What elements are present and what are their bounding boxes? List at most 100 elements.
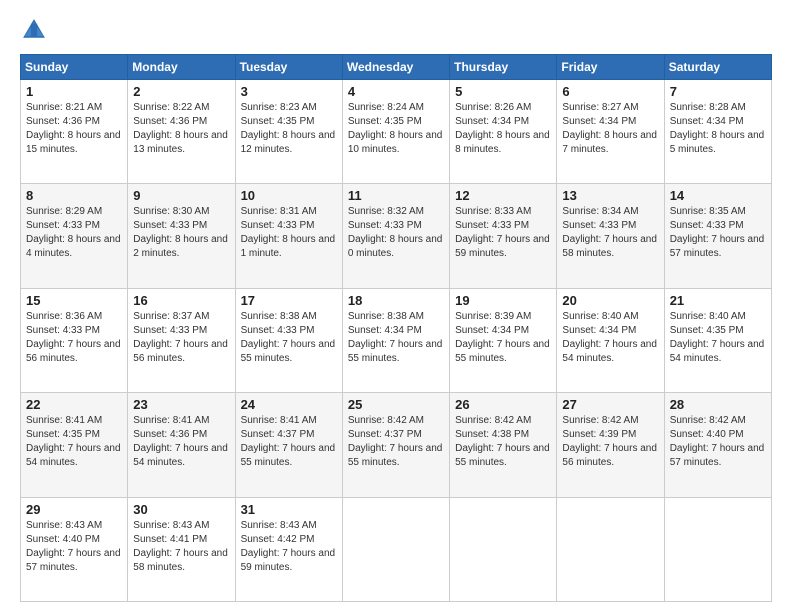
day-number: 13 [562, 188, 658, 203]
calendar-day-2: 2 Sunrise: 8:22 AMSunset: 4:36 PMDaylight… [128, 80, 235, 184]
day-info: Sunrise: 8:35 AMSunset: 4:33 PMDaylight:… [670, 205, 766, 261]
day-number: 16 [133, 293, 229, 308]
calendar-day-25: 25 Sunrise: 8:42 AMSunset: 4:37 PMDayligh… [342, 393, 449, 497]
day-info: Sunrise: 8:29 AMSunset: 4:33 PMDaylight:… [26, 205, 122, 261]
calendar-day-14: 14 Sunrise: 8:35 AMSunset: 4:33 PMDayligh… [664, 184, 771, 288]
day-info: Sunrise: 8:24 AMSunset: 4:35 PMDaylight:… [348, 101, 444, 157]
day-number: 20 [562, 293, 658, 308]
day-number: 5 [455, 84, 551, 99]
header [20, 16, 772, 44]
day-header-sunday: Sunday [21, 55, 128, 80]
day-number: 26 [455, 397, 551, 412]
calendar-day-24: 24 Sunrise: 8:41 AMSunset: 4:37 PMDayligh… [235, 393, 342, 497]
day-number: 21 [670, 293, 766, 308]
day-number: 18 [348, 293, 444, 308]
day-number: 8 [26, 188, 122, 203]
calendar-day-9: 9Sunrise: 8:30 AMSunset: 4:33 PMDaylight… [128, 184, 235, 288]
day-info: Sunrise: 8:42 AMSunset: 4:38 PMDaylight:… [455, 414, 551, 470]
calendar-week-4: 22 Sunrise: 8:41 AMSunset: 4:35 PMDayligh… [21, 393, 772, 497]
day-number: 30 [133, 502, 229, 517]
day-header-thursday: Thursday [450, 55, 557, 80]
day-number: 6 [562, 84, 658, 99]
day-number: 27 [562, 397, 658, 412]
day-number: 14 [670, 188, 766, 203]
day-info: Sunrise: 8:43 AMSunset: 4:42 PMDaylight:… [241, 519, 337, 575]
day-number: 11 [348, 188, 444, 203]
calendar-week-2: 8 Sunrise: 8:29 AMSunset: 4:33 PMDaylight… [21, 184, 772, 288]
day-number: 24 [241, 397, 337, 412]
day-info: Sunrise: 8:37 AMSunset: 4:33 PMDaylight:… [133, 310, 229, 366]
day-number: 2 [133, 84, 229, 99]
day-info: Sunrise: 8:42 AMSunset: 4:40 PMDaylight:… [670, 414, 766, 470]
day-info: Sunrise: 8:41 AMSunset: 4:35 PMDaylight:… [26, 414, 122, 470]
day-info: Sunrise: 8:43 AMSunset: 4:40 PMDaylight:… [26, 519, 122, 575]
day-number: 17 [241, 293, 337, 308]
empty-cell [450, 497, 557, 601]
day-info: Sunrise: 8:42 AMSunset: 4:39 PMDaylight:… [562, 414, 658, 470]
day-number: 23 [133, 397, 229, 412]
calendar-week-3: 15Sunrise: 8:36 AMSunset: 4:33 PMDayligh… [21, 288, 772, 392]
day-info: Sunrise: 8:39 AMSunset: 4:34 PMDaylight:… [455, 310, 551, 366]
day-number: 3 [241, 84, 337, 99]
day-header-tuesday: Tuesday [235, 55, 342, 80]
day-info: Sunrise: 8:43 AMSunset: 4:41 PMDaylight:… [133, 519, 229, 575]
day-number: 22 [26, 397, 122, 412]
empty-cell [342, 497, 449, 601]
day-info: Sunrise: 8:41 AMSunset: 4:37 PMDaylight:… [241, 414, 337, 470]
day-number: 25 [348, 397, 444, 412]
calendar-week-5: 29Sunrise: 8:43 AMSunset: 4:40 PMDayligh… [21, 497, 772, 601]
calendar-day-28: 28 Sunrise: 8:42 AMSunset: 4:40 PMDayligh… [664, 393, 771, 497]
calendar-week-1: 1Sunrise: 8:21 AMSunset: 4:36 PMDaylight… [21, 80, 772, 184]
calendar-day-10: 10 Sunrise: 8:31 AMSunset: 4:33 PMDayligh… [235, 184, 342, 288]
calendar-day-18: 18 Sunrise: 8:38 AMSunset: 4:34 PMDayligh… [342, 288, 449, 392]
day-info: Sunrise: 8:31 AMSunset: 4:33 PMDaylight:… [241, 205, 337, 261]
day-number: 4 [348, 84, 444, 99]
day-number: 12 [455, 188, 551, 203]
day-info: Sunrise: 8:40 AMSunset: 4:34 PMDaylight:… [562, 310, 658, 366]
day-info: Sunrise: 8:33 AMSunset: 4:33 PMDaylight:… [455, 205, 551, 261]
calendar-day-12: 12 Sunrise: 8:33 AMSunset: 4:33 PMDayligh… [450, 184, 557, 288]
day-number: 15 [26, 293, 122, 308]
calendar-day-11: 11 Sunrise: 8:32 AMSunset: 4:33 PMDayligh… [342, 184, 449, 288]
day-number: 1 [26, 84, 122, 99]
day-number: 7 [670, 84, 766, 99]
day-header-saturday: Saturday [664, 55, 771, 80]
day-info: Sunrise: 8:34 AMSunset: 4:33 PMDaylight:… [562, 205, 658, 261]
calendar-day-3: 3 Sunrise: 8:23 AMSunset: 4:35 PMDaylight… [235, 80, 342, 184]
day-info: Sunrise: 8:41 AMSunset: 4:36 PMDaylight:… [133, 414, 229, 470]
calendar-day-13: 13 Sunrise: 8:34 AMSunset: 4:33 PMDayligh… [557, 184, 664, 288]
calendar-day-30: 30 Sunrise: 8:43 AMSunset: 4:41 PMDayligh… [128, 497, 235, 601]
calendar-day-16: 16 Sunrise: 8:37 AMSunset: 4:33 PMDayligh… [128, 288, 235, 392]
calendar-day-7: 7Sunrise: 8:28 AMSunset: 4:34 PMDaylight… [664, 80, 771, 184]
day-info: Sunrise: 8:27 AMSunset: 4:34 PMDaylight:… [562, 101, 658, 157]
day-info: Sunrise: 8:38 AMSunset: 4:33 PMDaylight:… [241, 310, 337, 366]
calendar-day-8: 8 Sunrise: 8:29 AMSunset: 4:33 PMDaylight… [21, 184, 128, 288]
calendar-day-15: 15Sunrise: 8:36 AMSunset: 4:33 PMDayligh… [21, 288, 128, 392]
day-header-monday: Monday [128, 55, 235, 80]
day-number: 28 [670, 397, 766, 412]
calendar-table: SundayMondayTuesdayWednesdayThursdayFrid… [20, 54, 772, 602]
page: SundayMondayTuesdayWednesdayThursdayFrid… [0, 0, 792, 612]
day-number: 10 [241, 188, 337, 203]
logo-icon [20, 16, 48, 44]
calendar-day-5: 5Sunrise: 8:26 AMSunset: 4:34 PMDaylight… [450, 80, 557, 184]
calendar-day-17: 17 Sunrise: 8:38 AMSunset: 4:33 PMDayligh… [235, 288, 342, 392]
day-info: Sunrise: 8:23 AMSunset: 4:35 PMDaylight:… [241, 101, 337, 157]
calendar-day-26: 26 Sunrise: 8:42 AMSunset: 4:38 PMDayligh… [450, 393, 557, 497]
calendar-day-27: 27 Sunrise: 8:42 AMSunset: 4:39 PMDayligh… [557, 393, 664, 497]
day-info: Sunrise: 8:38 AMSunset: 4:34 PMDaylight:… [348, 310, 444, 366]
day-number: 9 [133, 188, 229, 203]
day-info: Sunrise: 8:42 AMSunset: 4:37 PMDaylight:… [348, 414, 444, 470]
calendar-day-20: 20 Sunrise: 8:40 AMSunset: 4:34 PMDayligh… [557, 288, 664, 392]
logo [20, 16, 52, 44]
calendar-day-21: 21 Sunrise: 8:40 AMSunset: 4:35 PMDayligh… [664, 288, 771, 392]
calendar-day-1: 1Sunrise: 8:21 AMSunset: 4:36 PMDaylight… [21, 80, 128, 184]
day-info: Sunrise: 8:40 AMSunset: 4:35 PMDaylight:… [670, 310, 766, 366]
calendar-day-6: 6 Sunrise: 8:27 AMSunset: 4:34 PMDaylight… [557, 80, 664, 184]
day-header-friday: Friday [557, 55, 664, 80]
empty-cell [664, 497, 771, 601]
day-info: Sunrise: 8:32 AMSunset: 4:33 PMDaylight:… [348, 205, 444, 261]
day-number: 31 [241, 502, 337, 517]
day-info: Sunrise: 8:22 AMSunset: 4:36 PMDaylight:… [133, 101, 229, 157]
calendar-day-4: 4 Sunrise: 8:24 AMSunset: 4:35 PMDaylight… [342, 80, 449, 184]
